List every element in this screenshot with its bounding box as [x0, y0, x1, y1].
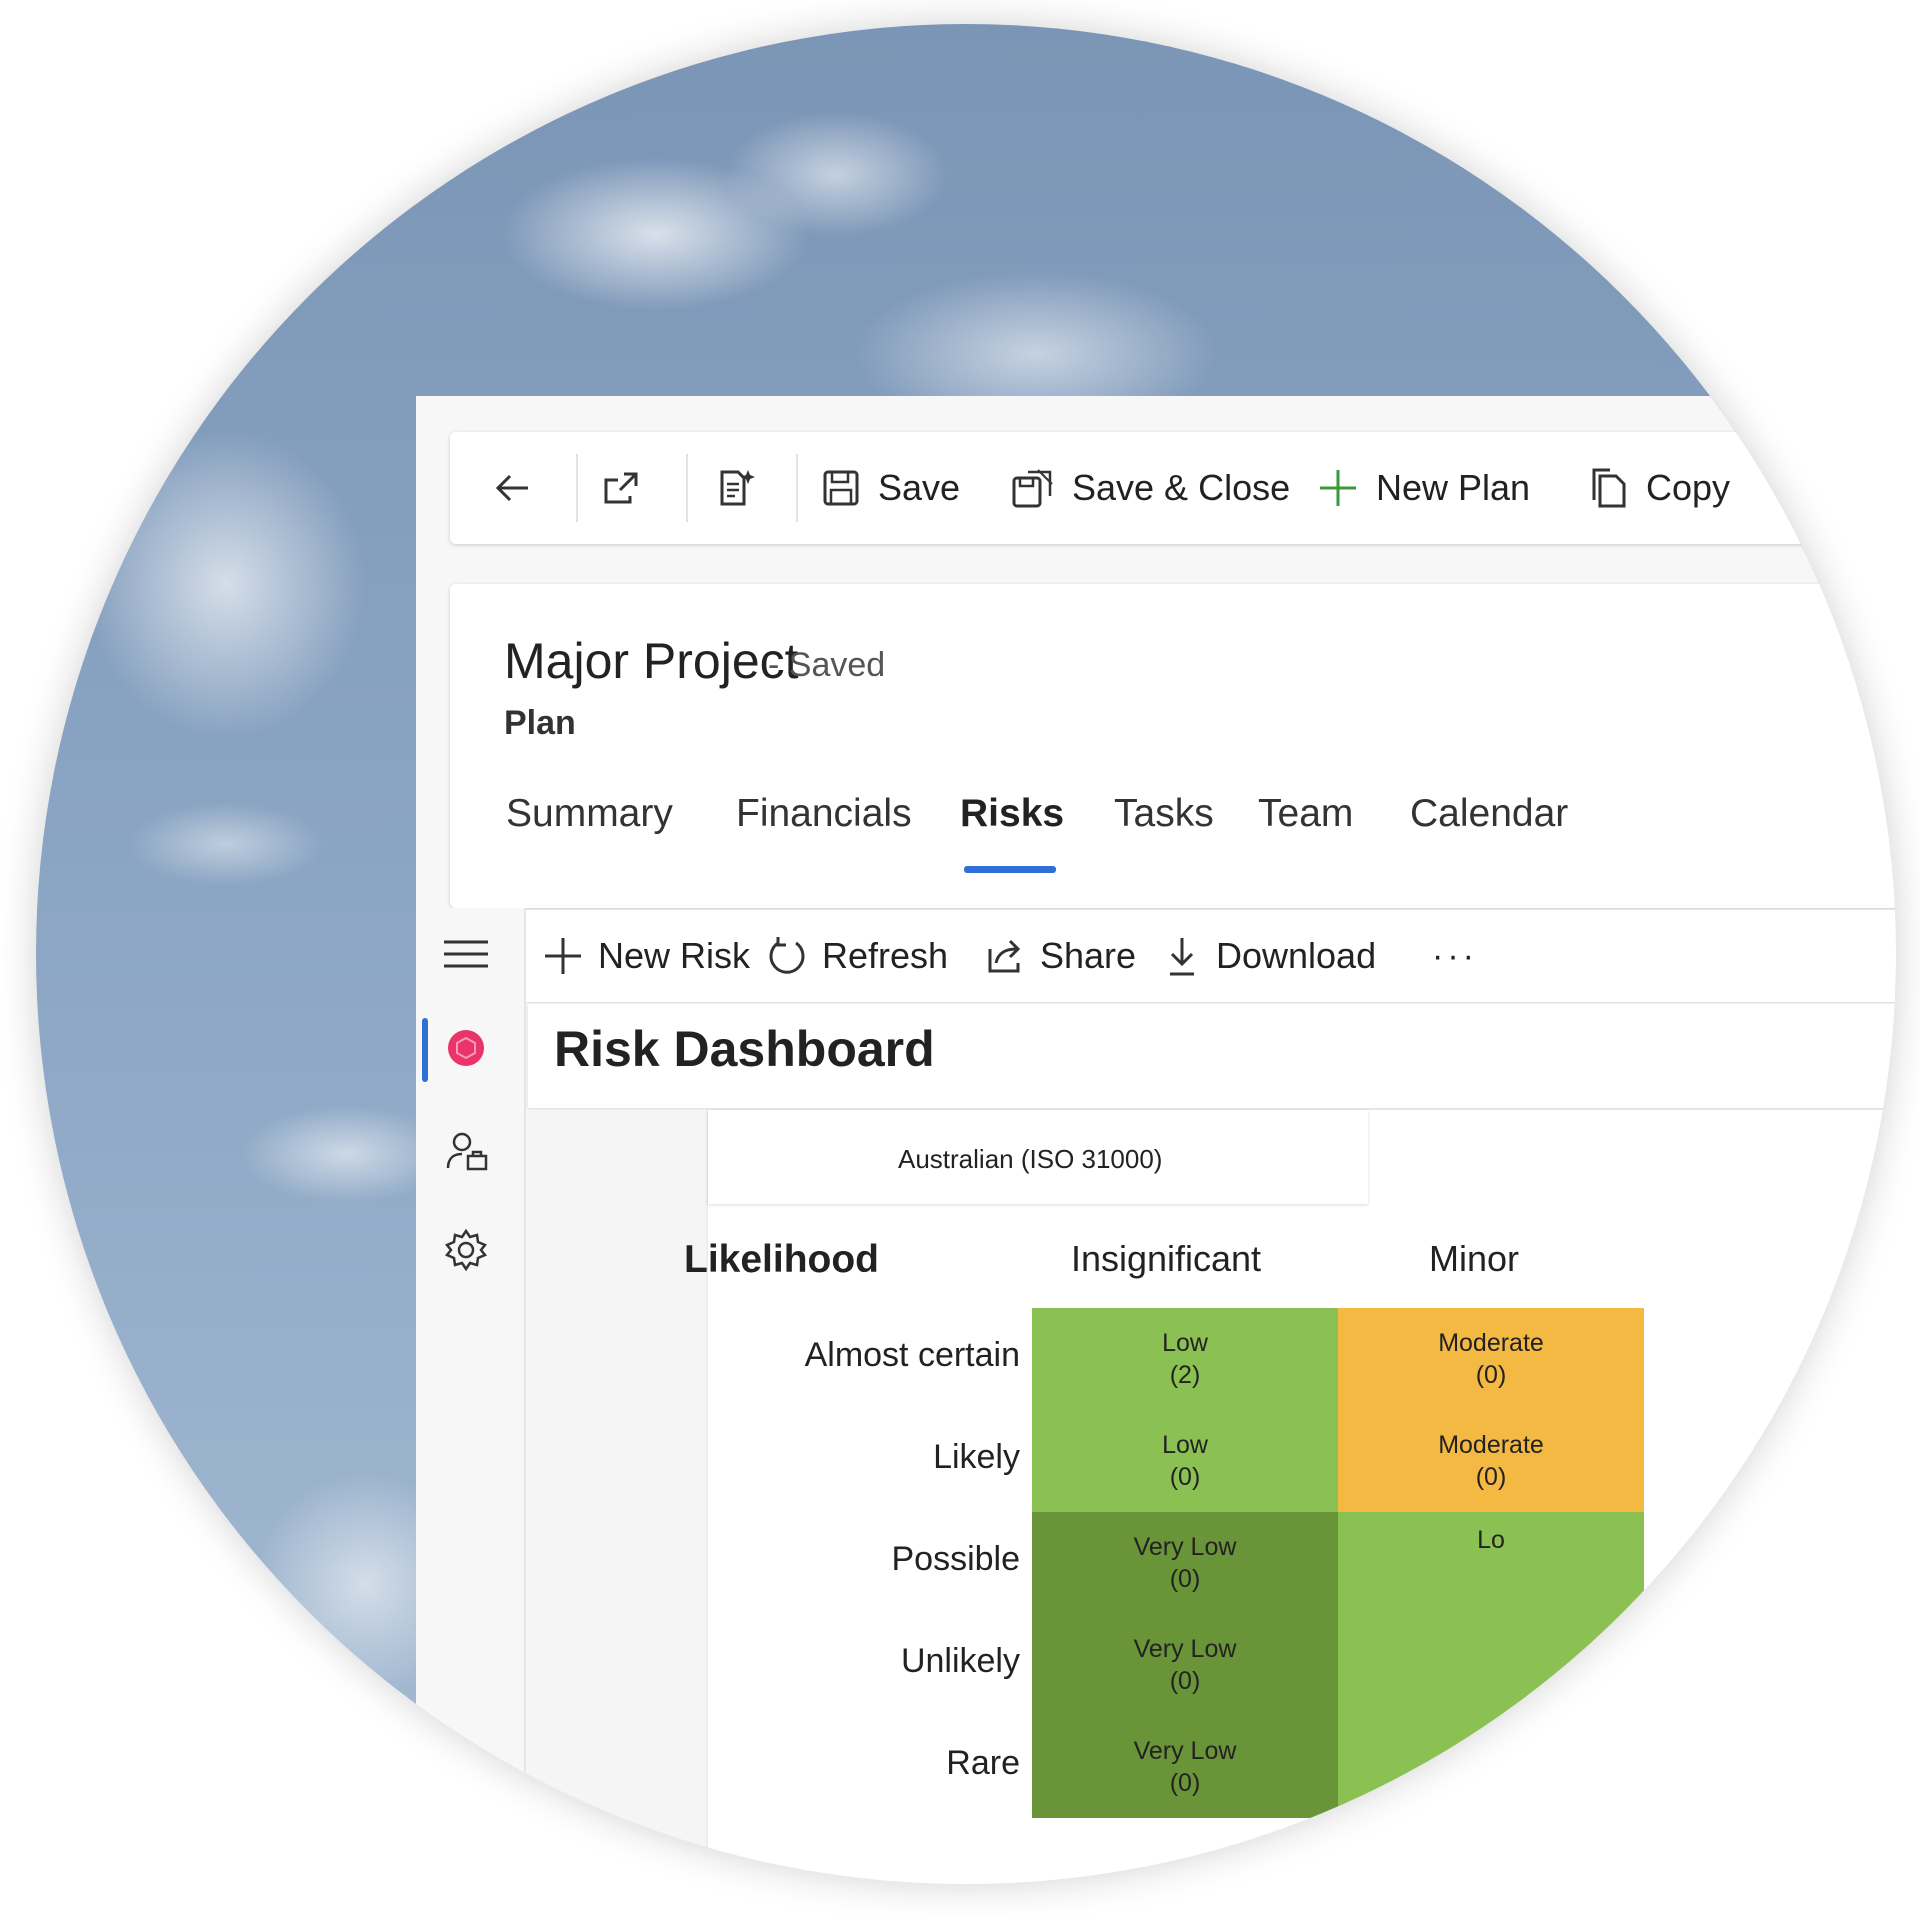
save-label: Save	[878, 467, 961, 508]
document-sparkle-icon	[720, 470, 755, 506]
matrix-cell[interactable]	[1338, 1614, 1644, 1716]
tab-financials[interactable]: Financials	[736, 792, 912, 836]
gear-icon	[444, 1228, 488, 1272]
matrix-cell[interactable]: Lo	[1338, 1512, 1644, 1614]
dashboard-content: Australian (ISO 31000) Likelihood Insign…	[528, 1110, 1896, 1884]
copilot-notes-button[interactable]	[712, 432, 756, 544]
refresh-label: Refresh	[822, 935, 949, 976]
save-and-close-label: Save & Close	[1072, 467, 1291, 508]
cell-level: Very Low	[1133, 1533, 1237, 1561]
dashboard-title: Risk Dashboard	[554, 1021, 935, 1077]
row-label-unlikely: Unlikely	[900, 1642, 1020, 1680]
cell-count: (0)	[1475, 1361, 1507, 1389]
separator	[576, 454, 578, 522]
cell-level: Very Low	[1133, 1737, 1237, 1765]
download-label: Download	[1216, 935, 1377, 976]
cell-count: (0)	[1169, 1463, 1201, 1491]
save-and-close-button[interactable]: Save & Close	[1010, 432, 1290, 544]
matrix-cell[interactable]: Low (0)	[1032, 1410, 1338, 1512]
circular-frame: Save Save & Close New Plan Copy Major Pr…	[36, 24, 1896, 1884]
matrix-cell[interactable]: Very Low (0)	[1032, 1716, 1338, 1818]
cell-count: (0)	[1169, 1667, 1201, 1695]
dashboard-title-bar: Risk Dashboard	[528, 1004, 1896, 1108]
hamburger-menu-button[interactable]	[442, 936, 490, 972]
app-window: Save Save & Close New Plan Copy Major Pr…	[416, 396, 1896, 1884]
row-label-rare: Rare	[946, 1744, 1020, 1782]
likelihood-axis-label: Likelihood	[684, 1238, 879, 1281]
cell-level: Moderate	[1438, 1431, 1544, 1459]
back-arrow-icon	[495, 474, 528, 502]
matrix-cell[interactable]: Very Low (0)	[1032, 1614, 1338, 1716]
plus-icon	[1320, 470, 1356, 506]
back-button[interactable]	[490, 432, 534, 544]
column-header-insignificant: Insignificant	[1070, 1238, 1262, 1279]
tab-tasks[interactable]: Tasks	[1114, 792, 1214, 836]
risk-badge-icon	[448, 1030, 484, 1066]
new-risk-label: New Risk	[598, 935, 751, 976]
more-options-button[interactable]: ···	[1432, 910, 1478, 1002]
copy-label: Copy	[1646, 467, 1731, 508]
person-briefcase-icon	[446, 1132, 488, 1171]
row-label-almost-certain: Almost certain	[804, 1336, 1020, 1374]
hamburger-icon	[444, 940, 488, 968]
cell-level: Lo	[1477, 1526, 1505, 1554]
column-header-minor: Minor	[1428, 1238, 1520, 1279]
copy-button[interactable]: Copy	[1586, 432, 1730, 544]
command-bar: Save Save & Close New Plan Copy	[450, 432, 1896, 544]
page-title: Major Project	[504, 633, 799, 689]
cell-level: Moderate	[1438, 1329, 1544, 1357]
left-navigation	[416, 908, 526, 1884]
copy-icon	[1592, 468, 1626, 508]
save-status: - Saved	[768, 646, 886, 684]
share-label: Share	[1040, 935, 1137, 976]
save-icon	[823, 470, 859, 506]
tab-summary[interactable]: Summary	[506, 792, 673, 836]
save-button[interactable]: Save	[820, 432, 960, 544]
matrix-cell[interactable]: Moderate (0)	[1338, 1308, 1644, 1410]
matrix-cell[interactable]: Moderate (0)	[1338, 1410, 1644, 1512]
refresh-icon	[769, 937, 805, 974]
nav-selected-indicator	[422, 1018, 428, 1082]
download-icon	[1170, 938, 1194, 976]
share-button[interactable]: Share	[984, 910, 1136, 1002]
row-label-possible: Possible	[891, 1540, 1020, 1578]
new-plan-label: New Plan	[1376, 467, 1531, 508]
open-in-new-window-icon	[604, 472, 638, 504]
plus-icon	[545, 938, 581, 974]
tab-team[interactable]: Team	[1258, 792, 1353, 836]
cell-count: (0)	[1169, 1565, 1201, 1593]
framework-label: Australian (ISO 31000)	[898, 1144, 1163, 1174]
tab-calendar[interactable]: Calendar	[1410, 792, 1568, 836]
cell-count: (0)	[1475, 1463, 1507, 1491]
refresh-button[interactable]: Refresh	[766, 910, 948, 1002]
save-and-close-icon	[1012, 469, 1053, 508]
separator	[796, 454, 798, 522]
cell-count: (2)	[1169, 1361, 1201, 1389]
framework-tab[interactable]: Australian (ISO 31000)	[708, 1110, 1368, 1204]
entity-type: Plan	[504, 704, 576, 742]
row-label-likely: Likely	[933, 1438, 1020, 1476]
matrix-cell[interactable]: Low (2)	[1032, 1308, 1338, 1410]
record-header: Major Project - Saved Plan Summary Finan…	[450, 584, 1896, 908]
separator	[686, 454, 688, 522]
dashboard-toolbar: New Risk Refresh Share Download ···	[526, 910, 1896, 1003]
share-icon	[988, 939, 1021, 973]
open-new-window-button[interactable]	[600, 432, 644, 544]
cell-count: (0)	[1169, 1769, 1201, 1797]
new-plan-button[interactable]: New Plan	[1316, 432, 1530, 544]
cell-level: Low	[1162, 1431, 1208, 1459]
download-button[interactable]: Download	[1162, 910, 1376, 1002]
tab-risks[interactable]: Risks	[960, 792, 1064, 836]
cell-level: Low	[1162, 1329, 1208, 1357]
cell-level: Very Low	[1133, 1635, 1237, 1663]
matrix-cell[interactable]: Very Low (0)	[1032, 1512, 1338, 1614]
nav-item-settings[interactable]	[444, 1228, 488, 1272]
nav-item-risk-dashboard[interactable]	[446, 1028, 486, 1068]
active-tab-indicator	[964, 866, 1056, 873]
nav-item-team-members[interactable]	[444, 1128, 490, 1174]
matrix-cell[interactable]	[1338, 1716, 1644, 1818]
new-risk-button[interactable]: New Risk	[542, 910, 750, 1002]
